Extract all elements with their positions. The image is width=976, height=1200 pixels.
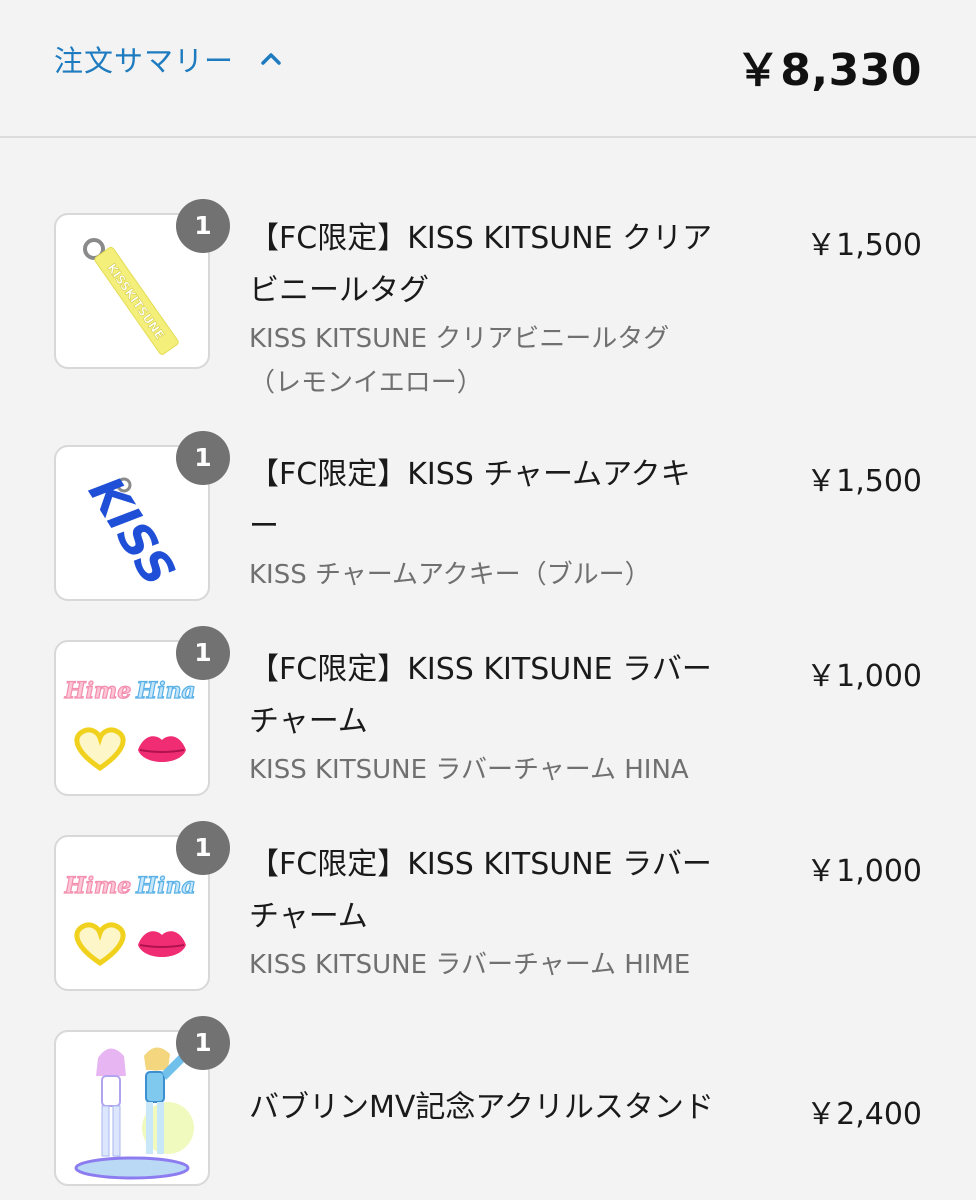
- item-variant: KISS KITSUNE クリアビニールタグ （レモンイエロー）: [249, 317, 769, 405]
- item-title: 【FC限定】KISS KITSUNE ラバー チャーム: [249, 839, 769, 943]
- hina-charm-text: Hina: [135, 678, 195, 704]
- item-price: ￥1,000: [806, 854, 922, 889]
- order-summary-toggle[interactable]: 注文サマリー: [54, 38, 284, 80]
- item-variant-line: KISS KITSUNE ラバーチャーム HIME: [249, 950, 691, 980]
- item-title-line: ビニールタグ: [249, 273, 429, 308]
- item-title-line: バブリンMV記念アクリルスタンド: [249, 1090, 714, 1125]
- item-price: ￥1,500: [806, 464, 922, 499]
- item-price: ￥2,400: [806, 1097, 922, 1132]
- item-title: バブリンMV記念アクリルスタンド: [249, 1082, 769, 1134]
- product-thumbnail: Hime Hina 1: [54, 626, 230, 796]
- item-variant: KISS チャームアクキー（ブルー）: [249, 553, 769, 597]
- hime-charm-text: Hime: [64, 678, 131, 704]
- item-price: ￥1,500: [806, 228, 922, 263]
- item-title: 【FC限定】KISS チャームアクキ ー: [249, 449, 769, 553]
- quantity-badge: 1: [176, 199, 230, 253]
- product-thumbnail: 1: [54, 1016, 230, 1186]
- quantity-badge: 1: [176, 1016, 230, 1070]
- product-thumbnail: KISS 1: [54, 431, 230, 601]
- item-variant-line: KISS KITSUNE クリアビニールタグ: [249, 324, 670, 354]
- product-thumbnail: KISSKITSUNE 1: [54, 199, 230, 369]
- item-variant: KISS KITSUNE ラバーチャーム HIME: [249, 943, 769, 987]
- hina-charm-text: Hina: [135, 873, 195, 899]
- order-summary-header: 注文サマリー ￥8,330: [0, 0, 976, 138]
- quantity-badge: 1: [176, 431, 230, 485]
- item-title: 【FC限定】KISS KITSUNE クリア ビニールタグ: [249, 213, 769, 317]
- item-variant-line: KISS チャームアクキー（ブルー）: [249, 560, 651, 590]
- order-total: ￥8,330: [735, 45, 922, 96]
- item-title-line: 【FC限定】KISS KITSUNE ラバー: [249, 652, 712, 687]
- item-title-line: チャーム: [249, 704, 368, 739]
- item-title-line: 【FC限定】KISS チャームアクキ: [249, 457, 691, 492]
- chevron-up-icon: [261, 53, 281, 65]
- vinyl-tag-text: KISSKITSUNE: [104, 261, 167, 342]
- item-title-line: チャーム: [249, 899, 368, 934]
- quantity-badge: 1: [176, 626, 230, 680]
- hime-charm-text: Hime: [64, 873, 131, 899]
- item-title-line: ー: [249, 509, 279, 544]
- item-variant: KISS KITSUNE ラバーチャーム HINA: [249, 748, 769, 792]
- item-variant-line: KISS KITSUNE ラバーチャーム HINA: [249, 755, 689, 785]
- kiss-charm-text: KISS: [78, 467, 186, 595]
- item-price: ￥1,000: [806, 659, 922, 694]
- order-summary-label: 注文サマリー: [54, 44, 235, 78]
- item-title-line: 【FC限定】KISS KITSUNE クリア: [249, 221, 713, 256]
- item-title: 【FC限定】KISS KITSUNE ラバー チャーム: [249, 644, 769, 748]
- product-thumbnail: Hime Hina 1: [54, 821, 230, 991]
- item-variant-line: （レモンイエロー）: [249, 368, 483, 398]
- item-title-line: 【FC限定】KISS KITSUNE ラバー: [249, 847, 712, 882]
- quantity-badge: 1: [176, 821, 230, 875]
